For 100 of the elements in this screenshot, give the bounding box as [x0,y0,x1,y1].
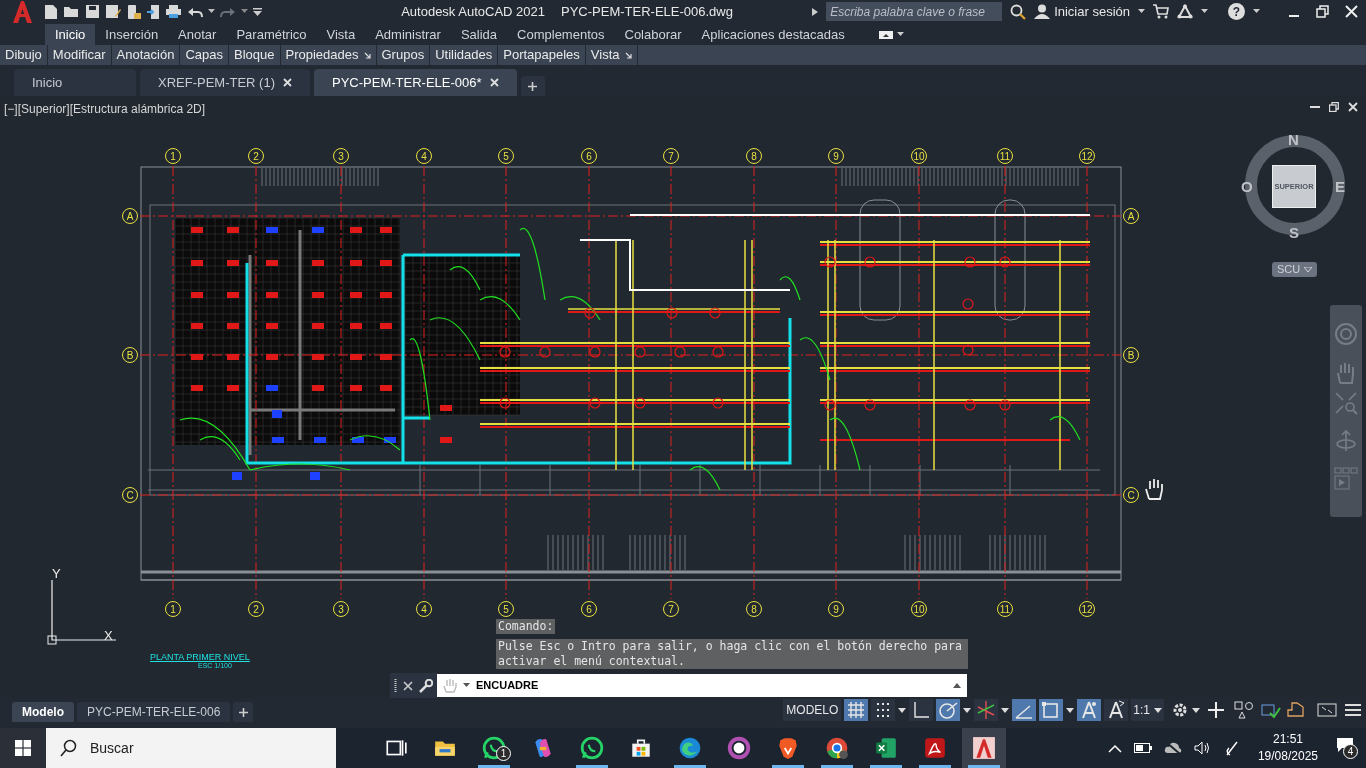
notification-badge: 1 [496,746,511,761]
upload-icon[interactable] [146,3,160,20]
clean-screen-icon[interactable] [1286,701,1306,719]
new-tab-button[interactable] [520,76,545,96]
plan-title: PLANTA PRIMER NIVEL [150,652,250,662]
ribbon-tab[interactable]: Complementos [507,24,615,45]
fullscreen-icon[interactable] [1317,701,1337,719]
caret-icon[interactable] [1201,9,1208,14]
customize-icon[interactable] [253,7,262,16]
cart-icon[interactable] [1153,4,1169,19]
save-as-icon[interactable] [105,4,121,19]
ribbon-tab[interactable]: Colaborar [614,24,692,45]
close-icon[interactable] [1348,102,1358,112]
caret-icon[interactable] [208,9,215,14]
caret-icon [1154,707,1162,713]
plus-icon[interactable] [1207,701,1225,719]
file-tab[interactable]: Inicio [14,69,136,96]
annotation-visibility-toggle[interactable] [1077,699,1102,721]
grid-bubble: 5 [498,148,514,164]
print-icon[interactable] [165,4,182,19]
pen-icon[interactable] [1223,740,1240,756]
compass-direction[interactable]: O [1241,176,1253,199]
help-button[interactable]: ? [1228,3,1245,20]
new-file-icon[interactable] [44,3,58,20]
polar-toggle[interactable] [936,699,961,721]
tracking-toggle[interactable] [1012,699,1037,721]
compass-ring-icon[interactable] [1243,133,1347,237]
viewport-label[interactable]: [−][Superior][Estructura alámbrica 2D] [4,100,206,118]
new-layout-button[interactable] [233,702,254,722]
isodraft-toggle[interactable] [974,699,999,721]
ribbon-tab[interactable]: Anotar [168,24,227,45]
model-space-button[interactable]: MODELO [783,699,842,721]
caret-icon[interactable] [1066,707,1075,713]
osnap-toggle[interactable] [1039,699,1064,721]
caret-icon[interactable] [896,32,904,37]
start-button[interactable] [0,728,46,768]
sign-in-button[interactable]: Iniciar sesión [1034,1,1130,22]
taskbar-search-field[interactable]: Buscar [46,728,336,768]
grid-bubble: B [122,347,138,363]
battery-icon[interactable] [1133,743,1152,753]
ribbon-tab[interactable]: Paramétrico [226,24,317,45]
grip-icon[interactable] [394,678,397,693]
chat-bubble-icon [580,736,604,760]
grid-bubble: 1 [165,601,181,617]
x-axis-label: X [104,627,113,645]
compass-direction[interactable]: S [1289,222,1299,245]
folder-icon[interactable] [63,4,80,19]
taskbar-app[interactable]: 1 [472,728,516,768]
expand-arrow-icon [363,51,371,59]
chevron-up-icon[interactable] [1107,743,1122,753]
grid-bubble: 11 [997,148,1013,164]
isolate-objects-icon[interactable] [1234,701,1254,719]
clock[interactable]: 21:51 19/08/2025 [1257,731,1318,765]
wrench-icon[interactable] [419,678,433,693]
ribbon-tab[interactable]: Vista [316,24,366,45]
grid-bubble: 6 [581,601,597,617]
menu-icon[interactable] [1344,702,1362,718]
ribbon-tab[interactable]: Inicio [45,24,96,45]
annotation-scale-button[interactable]: 1:1 [1131,699,1164,721]
phone-folder-icon[interactable] [126,3,141,20]
cloud-off-icon[interactable] [1163,741,1182,755]
file-tab[interactable]: XREF-PEM-TER (1) [140,69,310,96]
close-icon[interactable] [283,78,292,87]
save-icon[interactable] [85,4,100,19]
restore-icon[interactable] [1329,102,1339,112]
layout-tab[interactable]: Modelo [12,702,74,722]
ribbon-tab[interactable]: Inserción [95,24,169,45]
layout-tab[interactable]: PYC-PEM-TER-ELE-006 [77,702,231,722]
caret-icon[interactable] [1253,9,1260,14]
hardware-acceleration-icon[interactable] [1261,701,1281,719]
app-logo-icon [11,0,33,24]
ribbon-tab[interactable]: Salida [450,24,508,45]
ribbon-tab[interactable]: Administrar [365,24,451,45]
gear-icon[interactable] [1171,701,1189,719]
caret-icon[interactable] [898,707,907,713]
search-icon[interactable] [1010,3,1027,20]
close-icon[interactable] [403,680,413,691]
caret-icon[interactable] [1138,9,1145,14]
network-icon[interactable] [1177,4,1193,19]
compass-direction[interactable]: N [1288,129,1299,152]
ribbon-tab[interactable]: Aplicaciones destacadas [691,24,855,45]
undo-icon[interactable] [187,5,203,18]
panel-toggle-icon[interactable] [878,30,893,39]
speaker-icon[interactable] [1193,741,1212,755]
autoscale-toggle[interactable] [1104,699,1129,721]
compass-direction[interactable]: E [1335,176,1345,199]
search-field[interactable]: Escriba palabra clave o frase [826,2,1003,21]
file-tab[interactable]: PYC-PEM-TER-ELE-006* [314,69,517,96]
polar-icon [937,699,960,721]
ortho-toggle[interactable] [909,699,934,721]
restore-icon[interactable] [1316,5,1329,18]
caret-icon[interactable] [963,707,972,713]
taskbar-app[interactable] [962,728,1006,768]
caret-icon[interactable] [1192,707,1200,713]
hand-cursor-icon [1143,476,1165,500]
caret-icon[interactable] [1001,707,1010,713]
play-arrow-icon[interactable] [812,7,819,16]
snap-toggle[interactable] [871,699,896,721]
grid-toggle[interactable] [844,699,869,721]
close-icon[interactable] [489,78,499,87]
